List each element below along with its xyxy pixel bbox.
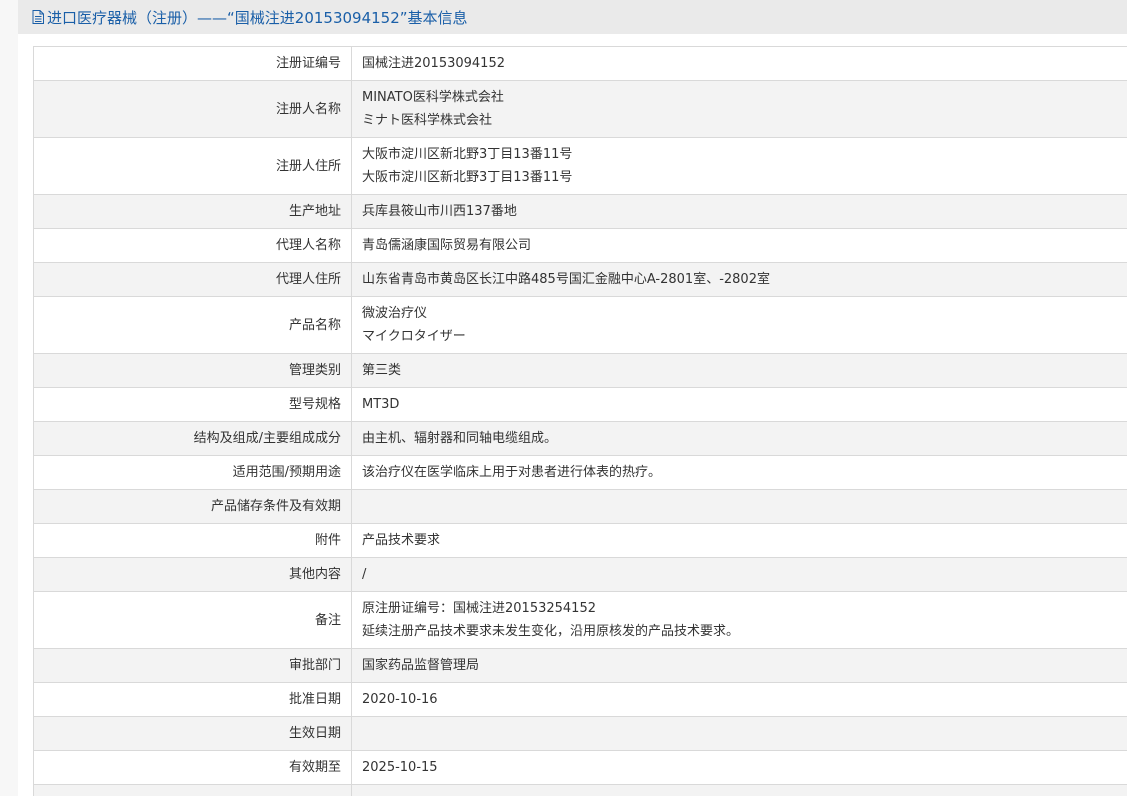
- table-row: 结构及组成/主要组成成分 由主机、辐射器和同轴电缆组成。: [33, 421, 1127, 456]
- row-value-line: 大阪市淀川区新北野3丁目13番11号: [362, 170, 573, 185]
- row-value-line: 延续注册产品技术要求未发生变化，沿用原核发的产品技术要求。: [362, 624, 740, 639]
- row-label: 注册人名称: [33, 80, 352, 138]
- row-value: [351, 716, 1127, 751]
- row-value: MT3D: [351, 387, 1127, 422]
- row-value-line: 该治疗仪在医学临床上用于对患者进行体表的热疗。: [362, 465, 662, 480]
- row-label: 产品储存条件及有效期: [33, 489, 352, 524]
- document-icon: [32, 10, 45, 25]
- row-value: /: [351, 557, 1127, 592]
- row-value-line: 兵库县筱山市川西137番地: [362, 204, 517, 219]
- row-label: 生产地址: [33, 194, 352, 229]
- row-value-line: 微波治疗仪: [362, 306, 428, 321]
- table-row: 代理人住所 山东省青岛市黄岛区长江中路485号国汇金融中心A-2801室、-280…: [33, 262, 1127, 297]
- table-row: 审批部门 国家药品监督管理局: [33, 648, 1127, 683]
- row-value: 青岛儒涵康国际贸易有限公司: [351, 228, 1127, 263]
- info-table-body: 注册证编号 国械注进20153094152 注册人名称 MINATO医科学株式会社 ミナ…: [33, 46, 1127, 796]
- info-table: 注册证编号 国械注进20153094152 注册人名称 MINATO医科学株式会社 ミナ…: [33, 46, 1127, 796]
- row-label: 生效日期: [33, 716, 352, 751]
- row-value-line: /: [362, 567, 367, 582]
- row-value: 山东省青岛市黄岛区长江中路485号国汇金融中心A-2801室、-2802室: [351, 262, 1127, 297]
- row-label: [33, 784, 352, 796]
- row-value: 原注册证编号：国械注进20153254152 延续注册产品技术要求未发生变化，沿用…: [351, 591, 1127, 649]
- table-row: 管理类别 第三类: [33, 353, 1127, 388]
- row-value: 产品技术要求: [351, 523, 1127, 558]
- row-label: 结构及组成/主要组成成分: [33, 421, 352, 456]
- row-label: 批准日期: [33, 682, 352, 717]
- row-value: 该治疗仪在医学临床上用于对患者进行体表的热疗。: [351, 455, 1127, 490]
- row-value: MINATO医科学株式会社 ミナト医科学株式会社: [351, 80, 1127, 138]
- row-label: 注册人住所: [33, 137, 352, 195]
- row-value: 由主机、辐射器和同轴电缆组成。: [351, 421, 1127, 456]
- row-label: 代理人名称: [33, 228, 352, 263]
- row-value-line: 国家药品监督管理局: [362, 658, 480, 673]
- table-row: 产品名称 微波治疗仪マイクロタイザー: [33, 296, 1127, 354]
- row-label: 审批部门: [33, 648, 352, 683]
- row-label: 备注: [33, 591, 352, 649]
- page-header: 进口医疗器械（注册）——“国械注进20153094152”基本信息: [18, 0, 1127, 34]
- row-value-line: 大阪市淀川区新北野3丁目13番11号: [362, 147, 573, 162]
- row-value-line: MINATO医科学株式会社: [362, 90, 504, 105]
- row-value: 国家药品监督管理局: [351, 648, 1127, 683]
- row-label: 代理人住所: [33, 262, 352, 297]
- table-row: 生效日期: [33, 716, 1127, 751]
- row-value-line: 产品技术要求: [362, 533, 441, 548]
- table-row: 批准日期 2020-10-16: [33, 682, 1127, 717]
- page-title: 进口医疗器械（注册）——“国械注进20153094152”基本信息: [47, 8, 468, 27]
- page: 进口医疗器械（注册）——“国械注进20153094152”基本信息 注册证编号国…: [18, 0, 1127, 796]
- row-value: 兵库县筱山市川西137番地: [351, 194, 1127, 229]
- row-label: 其他内容: [33, 557, 352, 592]
- row-label: 适用范围/预期用途: [33, 455, 352, 490]
- table-row: 产品储存条件及有效期: [33, 489, 1127, 524]
- row-value-line: 国械注进20153094152: [362, 56, 505, 71]
- row-value: [351, 489, 1127, 524]
- table-row: 注册人名称 MINATO医科学株式会社 ミナト医科学株式会社: [33, 80, 1127, 138]
- table-row: 适用范围/预期用途 该治疗仪在医学临床上用于对患者进行体表的热疗。: [33, 455, 1127, 490]
- table-row: [33, 784, 1127, 796]
- table-row: 生产地址 兵库县筱山市川西137番地: [33, 194, 1127, 229]
- row-label: 型号规格: [33, 387, 352, 422]
- row-value-line: 山东省青岛市黄岛区长江中路485号国汇金融中心A-2801室、-2802室: [362, 272, 770, 287]
- table-row: 备注 原注册证编号：国械注进20153254152 延续注册产品技术要求未发生变化，…: [33, 591, 1127, 649]
- table-row: 注册人住所 大阪市淀川区新北野3丁目13番11号 大阪市淀川区新北野3丁目13番11…: [33, 137, 1127, 195]
- row-value-line: 原注册证编号：国械注进20153254152: [362, 601, 596, 616]
- table-row: 附件 产品技术要求: [33, 523, 1127, 558]
- row-value-line: 青岛儒涵康国际贸易有限公司: [362, 238, 532, 253]
- row-value-line: MT3D: [362, 397, 400, 412]
- row-label: 附件: [33, 523, 352, 558]
- row-label: 有效期至: [33, 750, 352, 785]
- table-row: 有效期至 2025-10-15: [33, 750, 1127, 785]
- table-row: 型号规格 MT3D: [33, 387, 1127, 422]
- row-label: 产品名称: [33, 296, 352, 354]
- row-value: [351, 784, 1127, 796]
- row-value: 国械注进20153094152: [351, 46, 1127, 81]
- row-value-line: 2020-10-16: [362, 692, 438, 707]
- row-value-line: 2025-10-15: [362, 760, 438, 775]
- row-label: 注册证编号: [33, 46, 352, 81]
- row-value: 微波治疗仪マイクロタイザー: [351, 296, 1127, 354]
- row-label: 管理类别: [33, 353, 352, 388]
- table-row: 注册证编号 国械注进20153094152: [33, 46, 1127, 81]
- row-value: 第三类: [351, 353, 1127, 388]
- row-value-line: 第三类: [362, 363, 402, 378]
- table-row: 代理人名称 青岛儒涵康国际贸易有限公司: [33, 228, 1127, 263]
- row-value-line: マイクロタイザー: [362, 329, 466, 344]
- row-value: 2025-10-15: [351, 750, 1127, 785]
- row-value-line: ミナト医科学株式会社: [362, 113, 493, 128]
- table-row: 其他内容 /: [33, 557, 1127, 592]
- row-value: 2020-10-16: [351, 682, 1127, 717]
- row-value-line: 由主机、辐射器和同轴电缆组成。: [362, 431, 558, 446]
- row-value: 大阪市淀川区新北野3丁目13番11号 大阪市淀川区新北野3丁目13番11号: [351, 137, 1127, 195]
